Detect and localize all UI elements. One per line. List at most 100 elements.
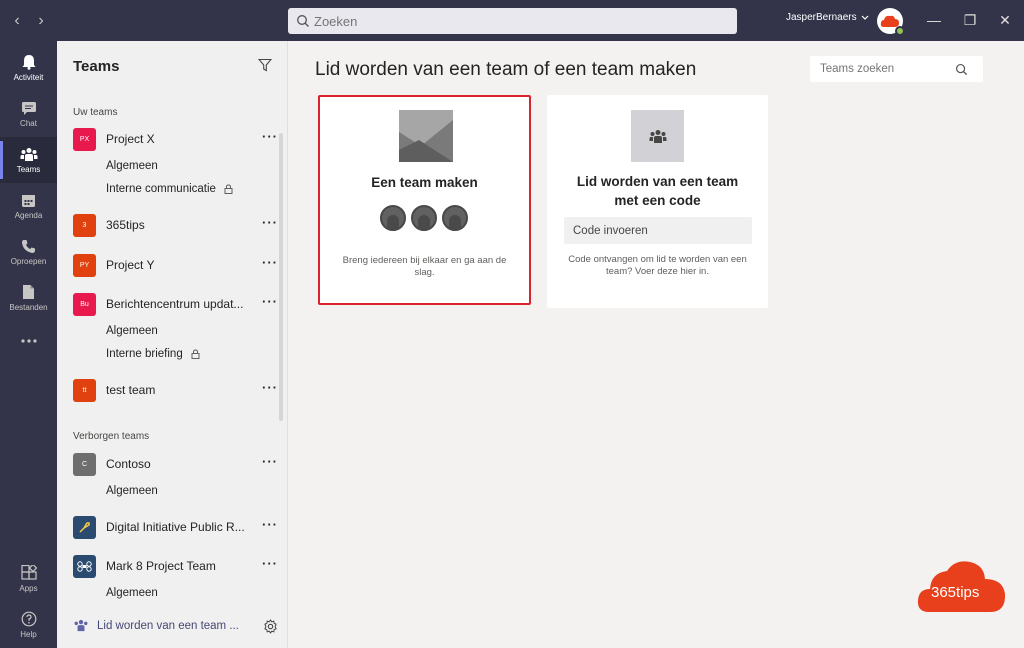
more-options-icon[interactable]: ···: [262, 256, 278, 269]
rail-label: Chat: [20, 118, 37, 128]
back-arrow-icon[interactable]: ‹: [10, 12, 24, 30]
more-options-icon[interactable]: ···: [262, 518, 278, 531]
teams-icon: [20, 147, 37, 161]
team-name: Project X: [106, 132, 155, 146]
team-tile: [73, 554, 96, 578]
drone-icon: [77, 560, 92, 572]
channel-item[interactable]: Interne briefing: [106, 348, 200, 360]
join-team-title: Lid worden van een team met een code: [576, 174, 739, 208]
filter-icon[interactable]: [258, 58, 272, 72]
channel-item[interactable]: Interne communicatie: [106, 183, 233, 195]
team-search-box[interactable]: [810, 56, 983, 82]
close-window-icon[interactable]: ✕: [996, 12, 1014, 29]
team-name: Digital Initiative Public R...: [106, 520, 245, 534]
join-or-create-team-link[interactable]: Lid worden van een team ...: [73, 619, 239, 632]
rail-label: Oproepen: [10, 256, 47, 266]
panel-title: Teams: [73, 58, 120, 75]
teams-icon: [649, 129, 666, 143]
user-menu[interactable]: JasperBernaers: [786, 12, 869, 23]
team-name: Contoso: [106, 457, 151, 471]
team-item[interactable]: PY Project Y ···: [73, 253, 278, 277]
rail-item-calls[interactable]: Oproepen: [0, 229, 57, 275]
gear-icon[interactable]: [263, 619, 278, 634]
team-item[interactable]: 3 365tips ···: [73, 213, 278, 237]
rail-item-calendar[interactable]: Agenda: [0, 183, 57, 229]
rail-item-help[interactable]: Help: [0, 602, 57, 648]
section-label-your-teams: Uw teams: [73, 107, 118, 118]
channel-name: Algemeen: [106, 485, 158, 497]
channel-item[interactable]: Algemeen: [106, 325, 158, 337]
more-options-icon[interactable]: ···: [262, 381, 278, 394]
channel-name: Algemeen: [106, 325, 158, 337]
section-label-hidden-teams: Verborgen teams: [73, 431, 150, 442]
teams-join-icon: [74, 619, 88, 632]
chat-icon: [21, 101, 36, 115]
history-navigation: ‹ ›: [10, 12, 70, 30]
calendar-icon: [22, 194, 35, 207]
rocket-icon: [79, 521, 90, 533]
join-team-with-code-card: Lid worden van een team met een code Cod…: [547, 95, 768, 308]
user-avatar[interactable]: [877, 8, 905, 36]
create-team-card[interactable]: Een team maken Breng iedereen bij elkaar…: [318, 95, 531, 305]
rail-label: Help: [20, 630, 37, 639]
channel-item[interactable]: Algemeen: [106, 160, 158, 172]
rail-item-activity[interactable]: Activiteit: [0, 45, 57, 91]
team-item[interactable]: tt test team ···: [73, 378, 278, 402]
more-options-icon[interactable]: ···: [262, 216, 278, 229]
team-tile: 3: [73, 213, 96, 237]
apps-icon: [20, 565, 37, 580]
team-image-placeholder-icon: [399, 110, 453, 162]
help-icon: [21, 611, 36, 627]
restore-window-icon[interactable]: ❐: [961, 12, 979, 29]
bell-icon: [22, 55, 35, 70]
team-tile: tt: [73, 378, 96, 402]
rail-label: Bestanden: [9, 303, 48, 312]
team-tile: Bu: [73, 292, 96, 316]
file-icon: [23, 285, 34, 299]
team-item[interactable]: Mark 8 Project Team ···: [73, 554, 278, 578]
team-name: Berichtencentrum updat...: [106, 297, 244, 311]
team-item[interactable]: Digital Initiative Public R... ···: [73, 515, 278, 539]
more-options-icon[interactable]: ···: [262, 130, 278, 143]
user-name: JasperBernaers: [786, 12, 857, 23]
more-options-icon[interactable]: ···: [262, 557, 278, 570]
join-team-description: Code ontvangen om lid te worden van een …: [568, 254, 747, 277]
global-search-box[interactable]: [288, 8, 737, 34]
team-name: test team: [106, 383, 156, 397]
title-bar: ‹ › JasperBernaers — ❐ ✕: [0, 0, 1024, 41]
team-name: Mark 8 Project Team: [106, 559, 216, 573]
teams-panel: Teams Uw teams PX Project X ··· Algemeen…: [57, 41, 288, 648]
join-team-image: [631, 110, 684, 162]
team-search-input[interactable]: [820, 63, 955, 75]
rail-item-teams[interactable]: Teams: [0, 137, 57, 183]
rail-item-chat[interactable]: Chat: [0, 91, 57, 137]
team-item[interactable]: C Contoso ···: [73, 452, 278, 476]
rail-label: Agenda: [14, 210, 43, 220]
team-code-input[interactable]: [564, 217, 752, 244]
lock-icon: [191, 349, 200, 359]
forward-arrow-icon[interactable]: ›: [34, 12, 48, 30]
team-item[interactable]: PX Project X ···: [73, 127, 278, 151]
channel-name: Algemeen: [106, 587, 158, 599]
channel-item[interactable]: Algemeen: [106, 587, 158, 599]
global-search-input[interactable]: [314, 13, 714, 29]
create-team-title: Een team maken: [371, 175, 478, 190]
search-icon: [955, 63, 968, 75]
search-icon: [297, 15, 309, 27]
person-avatar-icon: [411, 205, 437, 231]
scrollbar[interactable]: [279, 133, 283, 421]
rail-item-more[interactable]: [0, 319, 57, 365]
more-options-icon[interactable]: ···: [262, 455, 278, 468]
rail-item-files[interactable]: Bestanden: [0, 275, 57, 321]
team-tile: PX: [73, 127, 96, 151]
minimize-icon[interactable]: —: [925, 12, 943, 28]
more-options-icon[interactable]: ···: [262, 295, 278, 308]
channel-item[interactable]: Algemeen: [106, 485, 158, 497]
team-item[interactable]: Bu Berichtencentrum updat... ···: [73, 292, 278, 316]
create-team-description: Breng iedereen bij elkaar en ga aan de s…: [342, 255, 507, 278]
team-name: 365tips: [106, 218, 145, 232]
phone-icon: [22, 239, 35, 253]
channel-name: Interne briefing: [106, 348, 183, 360]
app-rail: Activiteit Chat Teams Agenda Oproepen Be…: [0, 41, 57, 648]
rail-item-apps[interactable]: Apps: [0, 556, 57, 602]
